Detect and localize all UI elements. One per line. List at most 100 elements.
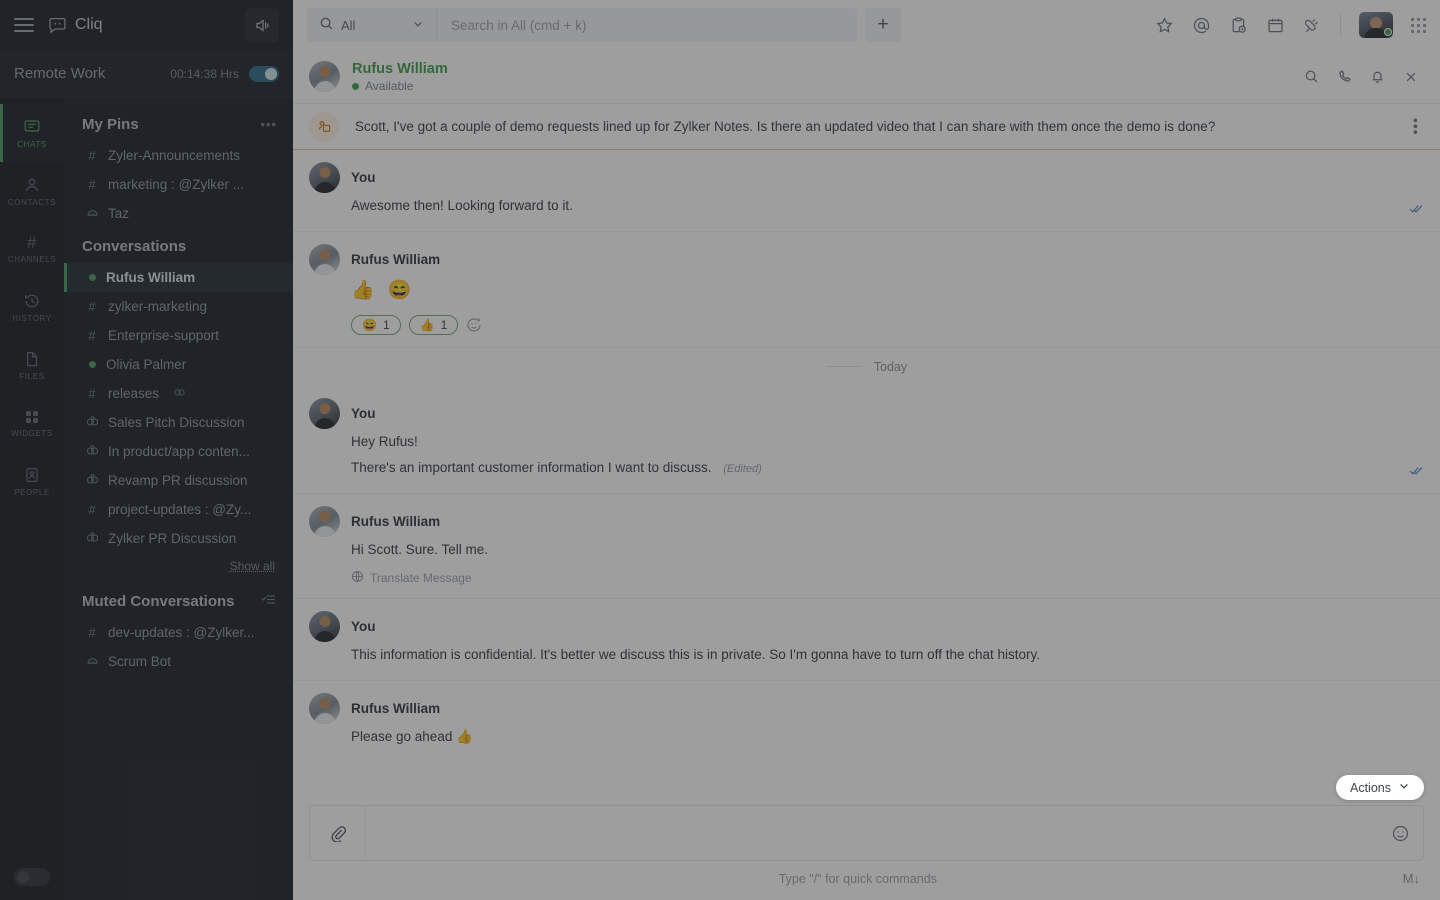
list-item[interactable]: # Enterprise-support [64,321,293,350]
speaker-mute-icon[interactable] [245,8,279,42]
plug-integrations-icon[interactable] [1303,16,1322,35]
list-item[interactable]: Olivia Palmer [64,350,293,379]
hamburger-menu-icon[interactable] [14,18,34,32]
cliq-logo-icon [48,16,67,35]
rail-item-chats[interactable]: CHATS [0,104,64,162]
list-item[interactable]: # dev-updates : @Zylker... [64,618,293,647]
mute-list-icon[interactable] [261,593,277,610]
list-item-label: In product/app conten... [108,444,250,459]
list-item-label: Rufus William [106,270,196,285]
mention-at-icon[interactable] [1192,16,1211,35]
message-text: There's an important customer informatio… [351,459,712,475]
available-status-dot [352,82,359,90]
reaction-pill[interactable]: 👍 1 [408,314,459,335]
section-header-conversations: Conversations [64,228,293,263]
message-item: Rufus William Please go ahead 👍 [293,681,1440,762]
paperclip-icon[interactable] [310,805,366,861]
avatar [309,244,340,276]
markdown-icon[interactable]: M↓ [1403,871,1420,886]
apps-grid-icon[interactable] [1411,17,1426,33]
calendar-icon[interactable] [1266,16,1285,35]
list-item-label: Olivia Palmer [106,357,187,372]
status-bar[interactable]: Remote Work 00:14:38 Hrs [0,50,293,98]
people-card-icon [23,466,41,484]
list-item-label: marketing : @Zylker ... [108,177,244,192]
search-scope-dropdown[interactable]: All [307,8,437,42]
rail-item-history[interactable]: HISTORY [0,278,64,336]
person-icon [23,176,41,194]
star-icon[interactable] [1155,16,1174,35]
message-list: You Awesome then! Looking forward to it.… [293,150,1440,805]
list-item[interactable]: Revamp PR discussion [64,466,293,495]
toolbar-icons [1155,12,1426,38]
translate-label: Translate Message [370,570,472,585]
search-input[interactable] [437,8,857,42]
show-all-link[interactable]: Show all [64,553,293,575]
rail-item-widgets[interactable]: WIDGETS [0,394,64,452]
globe-translate-icon [351,570,364,586]
call-icon[interactable] [1331,63,1358,90]
hash-icon: # [88,386,96,401]
pinned-message-text: Scott, I've got a couple of demo request… [355,119,1216,134]
hash-icon: # [88,502,96,517]
list-item[interactable]: # releases [64,379,293,408]
list-item[interactable]: # project-updates : @Zy... [64,495,293,524]
status-toggle[interactable] [249,65,279,82]
reaction-emoji: 😄 [362,317,377,332]
pinned-message-bar: Scott, I've got a couple of demo request… [293,104,1440,150]
reminder-clipboard-icon[interactable] [1229,16,1248,35]
emoji-smiley-icon[interactable] [1377,805,1423,861]
reaction-emoji: 👍 [419,317,435,332]
day-divider-label: Today [873,359,908,374]
list-item-label: Sales Pitch Discussion [108,415,245,430]
bot-icon [86,206,98,222]
translate-message-link[interactable]: Translate Message [351,570,1424,586]
rail-item-channels[interactable]: # CHANNELS [0,220,64,278]
main-area: All + [293,0,1440,900]
rail-item-people[interactable]: PEOPLE [0,452,64,510]
hash-icon: # [26,233,38,252]
list-item[interactable]: Scrum Bot [64,647,293,676]
list-item[interactable]: # Zyler-Announcements [64,141,293,170]
rail-item-contacts[interactable]: CONTACTS [0,162,64,220]
avatar[interactable] [1359,12,1393,38]
avatar [309,610,340,642]
rail-item-files[interactable]: FILES [0,336,64,394]
rail-label: CHATS [17,139,47,149]
message-author: You [351,405,376,421]
message-reactions: 😄 1 👍 1 [351,314,1424,335]
list-item-label: Taz [108,206,130,221]
theme-sun-toggle-icon[interactable] [14,868,50,886]
sidebar-item-rufus-william[interactable]: Rufus William [64,263,293,292]
list-item[interactable]: Sales Pitch Discussion [64,408,293,437]
message-item: Rufus William 👍 😄 😄 1 👍 1 [293,232,1440,348]
avatar[interactable] [309,61,340,92]
message-author: Rufus William [351,252,441,268]
composer-hint: Type "/" for quick commands [778,871,937,886]
message-input[interactable] [366,805,1377,861]
group-icon [86,531,99,547]
group-icon [86,444,99,460]
notification-bell-icon[interactable] [1364,63,1391,90]
chat-title: Rufus William [352,60,448,77]
list-item[interactable]: Taz [64,199,293,228]
ellipsis-icon[interactable]: ••• [260,117,277,132]
search-in-chat-icon[interactable] [1298,63,1325,90]
list-item[interactable]: # marketing : @Zylker ... [64,170,293,199]
list-item[interactable]: Zylker PR Discussion [64,524,293,553]
reaction-pill[interactable]: 😄 1 [351,314,401,335]
left-panel: Cliq Remote Work 00:14:38 Hrs CHATS CONT… [0,0,293,900]
section-header-muted: Muted Conversations [64,575,293,618]
list-item-label: releases [108,386,160,401]
add-reaction-icon[interactable] [466,317,482,333]
rail-label: CHANNELS [7,255,57,264]
message-item: Rufus William Hi Scott. Sure. Tell me. T… [293,494,1440,599]
close-icon[interactable] [1397,63,1424,90]
list-item[interactable]: # zylker-marketing [64,292,293,321]
new-chat-button[interactable]: + [865,8,901,42]
vertical-dots-icon[interactable]: ••• [1408,118,1424,136]
actions-button[interactable]: Actions [1336,775,1424,800]
list-item[interactable]: In product/app conten... [64,437,293,466]
message-text: This information is confidential. It's b… [351,646,1040,662]
avatar [309,692,340,724]
